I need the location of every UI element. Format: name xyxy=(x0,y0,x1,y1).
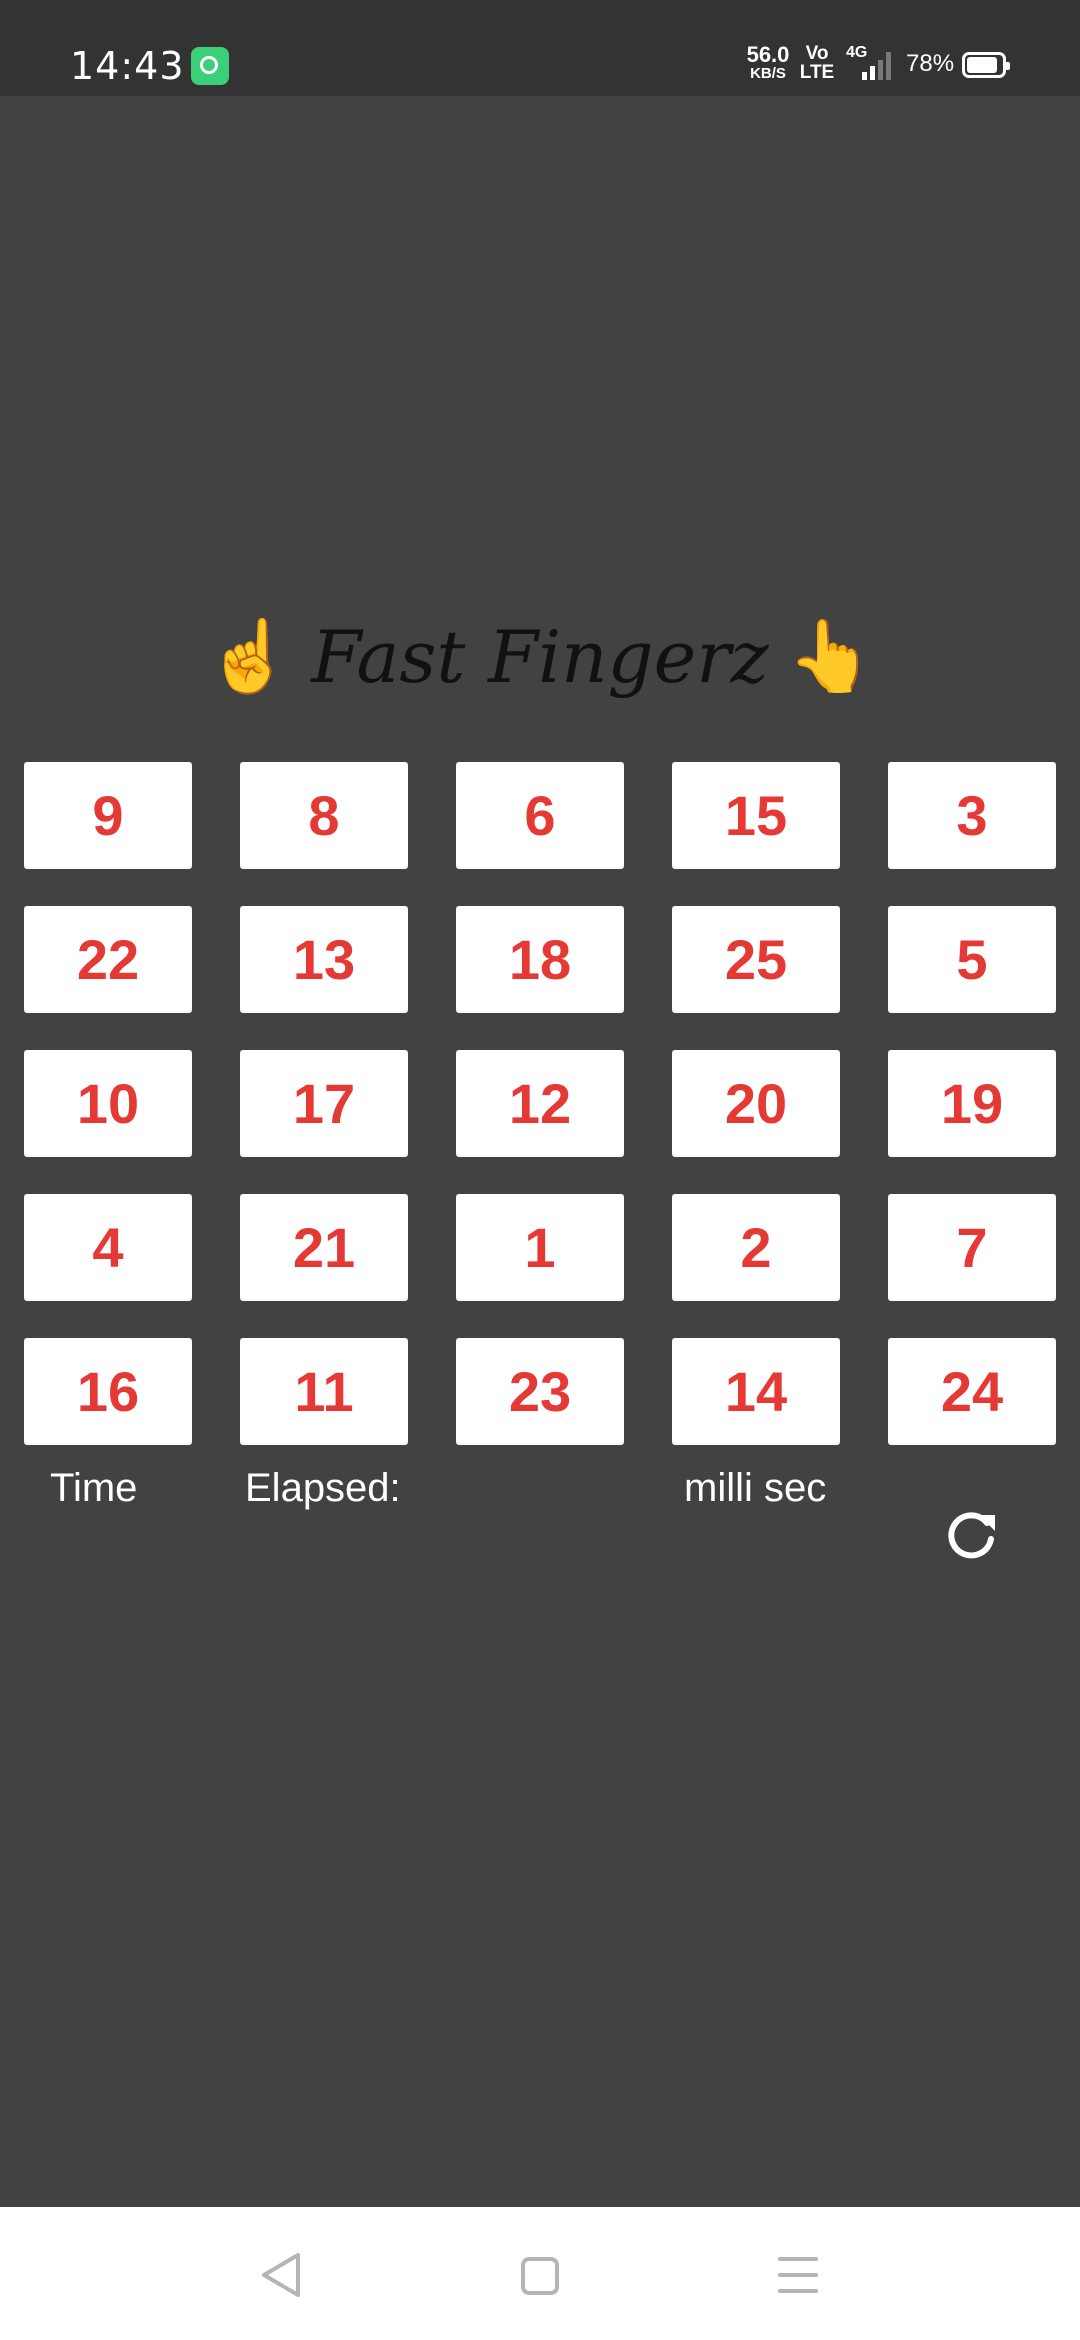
home-icon xyxy=(521,2257,559,2295)
time-label: Time xyxy=(50,1466,138,1510)
number-tile[interactable]: 13 xyxy=(240,906,408,1013)
pointing-down-icon: 👆 xyxy=(787,617,875,695)
battery-icon xyxy=(962,52,1010,78)
number-tile[interactable]: 2 xyxy=(672,1194,840,1301)
elapsed-label: Elapsed: xyxy=(245,1466,401,1510)
number-tile[interactable]: 14 xyxy=(672,1338,840,1445)
volte-bottom: LTE xyxy=(799,62,835,83)
menu-icon xyxy=(778,2257,818,2293)
number-tile[interactable]: 25 xyxy=(672,906,840,1013)
number-tile[interactable]: 24 xyxy=(888,1338,1056,1445)
number-tile[interactable]: 6 xyxy=(456,762,624,869)
number-tile[interactable]: 12 xyxy=(456,1050,624,1157)
refresh-icon xyxy=(948,1512,995,1559)
number-tile[interactable]: 16 xyxy=(24,1338,192,1445)
number-tile[interactable]: 20 xyxy=(672,1050,840,1157)
app-title-row: ☝ Fast Fingerz 👆 xyxy=(0,615,1080,699)
number-tile[interactable]: 5 xyxy=(888,906,1056,1013)
signal-icon: 4G xyxy=(842,44,902,80)
number-tile[interactable]: 9 xyxy=(24,762,192,869)
number-tile[interactable]: 10 xyxy=(24,1050,192,1157)
number-tile[interactable]: 21 xyxy=(240,1194,408,1301)
network-speed-value: 56.0 xyxy=(746,42,790,67)
app-title: Fast Fingerz xyxy=(311,615,769,699)
navigation-bar xyxy=(0,2207,1080,2340)
number-tile[interactable]: 18 xyxy=(456,906,624,1013)
number-grid: 9 8 6 15 3 22 13 18 25 5 10 17 12 20 19 4 21 1 2 7 16 11 23 14 2… xyxy=(24,762,1056,1445)
number-tile[interactable]: 22 xyxy=(24,906,192,1013)
number-tile[interactable]: 8 xyxy=(240,762,408,869)
number-tile[interactable]: 23 xyxy=(456,1338,624,1445)
volte-top: Vo xyxy=(805,43,829,64)
milli-sec-label: milli sec xyxy=(684,1466,827,1510)
status-time: 14:43 xyxy=(70,44,185,88)
number-tile[interactable]: 1 xyxy=(456,1194,624,1301)
network-speed: 56.0 KB/S xyxy=(738,42,798,82)
number-tile[interactable]: 17 xyxy=(240,1050,408,1157)
battery-percent: 78% xyxy=(906,50,955,77)
app-notification-icon xyxy=(191,47,229,85)
number-tile[interactable]: 19 xyxy=(888,1050,1056,1157)
back-button[interactable] xyxy=(252,2247,312,2303)
volte-indicator: Vo LTE xyxy=(797,44,837,82)
back-icon xyxy=(262,2253,300,2297)
number-tile[interactable]: 15 xyxy=(672,762,840,869)
number-tile[interactable]: 4 xyxy=(24,1194,192,1301)
pointing-up-icon: ☝ xyxy=(205,617,293,695)
signal-type: 4G xyxy=(846,44,868,61)
number-tile[interactable]: 3 xyxy=(888,762,1056,869)
menu-button[interactable] xyxy=(768,2247,828,2303)
refresh-button[interactable] xyxy=(943,1505,1003,1565)
number-tile[interactable]: 7 xyxy=(888,1194,1056,1301)
number-tile[interactable]: 11 xyxy=(240,1338,408,1445)
home-button[interactable] xyxy=(510,2247,570,2303)
network-speed-unit: KB/S xyxy=(750,65,786,82)
status-bar: 14:43 56.0 KB/S Vo LTE 4G 78% xyxy=(0,0,1080,96)
